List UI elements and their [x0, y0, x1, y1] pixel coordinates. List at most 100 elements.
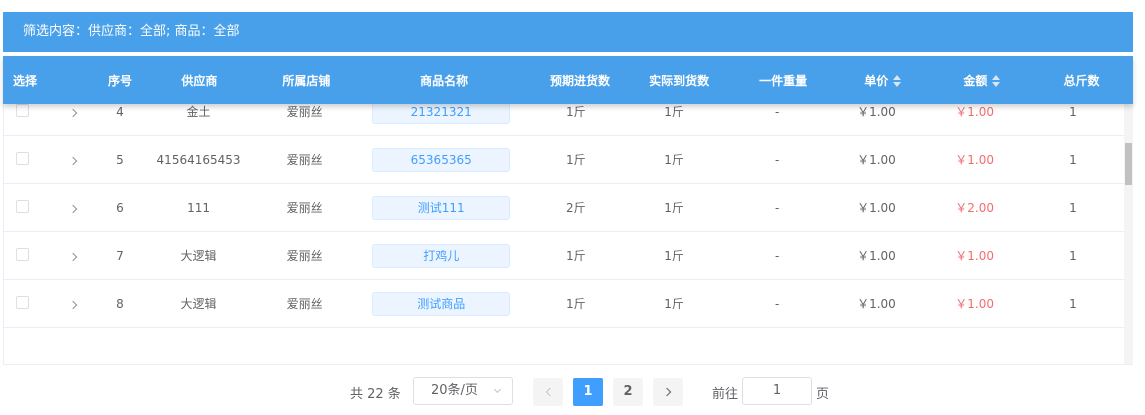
- page-size-value: 20条/页: [431, 383, 478, 398]
- row-checkbox[interactable]: [16, 199, 29, 213]
- pagination-total: 共 22 条: [350, 387, 401, 402]
- page-size-select[interactable]: 20条/页: [413, 377, 513, 405]
- row-select-cell: [4, 104, 43, 120]
- goto-page-input[interactable]: 1: [742, 377, 812, 405]
- row-total-jin: 1: [1069, 296, 1077, 311]
- chevron-right-icon[interactable]: [68, 204, 78, 213]
- product-tag[interactable]: 测试商品: [372, 291, 511, 316]
- col-header-expected-qty: 预期进货数: [549, 73, 610, 88]
- row-supplier: 大逻辑: [180, 297, 217, 311]
- product-tag[interactable]: 打鸡儿: [372, 243, 511, 268]
- product-tag[interactable]: 65365365: [372, 147, 511, 172]
- row-checkbox[interactable]: [16, 104, 29, 117]
- table-body[interactable]: 4 金土 爱丽丝 21321321 1斤 1斤 - ￥1.00 ￥1.00 1 5 415641654…: [3, 104, 1133, 366]
- filter-summary-text: 筛选内容：供应商：全部; 商品：全部: [23, 24, 240, 39]
- col-header-unit-weight: 一件重量: [759, 73, 808, 88]
- row-index: 4: [116, 104, 124, 119]
- row-supplier: 大逻辑: [180, 249, 217, 263]
- row-shop: 爱丽丝: [286, 201, 323, 215]
- pagination: 共 22 条 20条/页 1 2 前往 1 页: [3, 364, 1133, 415]
- row-unit-price: ￥1.00: [857, 153, 896, 167]
- row-checkbox[interactable]: [16, 295, 29, 309]
- row-shop: 爱丽丝: [286, 105, 323, 119]
- col-header-unit-price[interactable]: 单价: [832, 72, 935, 89]
- col-header-unit-price-label: 单价: [864, 73, 889, 88]
- row-expand-cell: [43, 249, 102, 263]
- table-row[interactable]: 4 金土 爱丽丝 21321321 1斤 1斤 - ￥1.00 ￥1.00 1: [4, 104, 1124, 136]
- row-index: 5: [116, 152, 124, 167]
- row-product-cell: 65365365: [350, 147, 533, 172]
- row-unit-price: ￥1.00: [857, 297, 896, 311]
- prev-page-button[interactable]: [533, 378, 563, 406]
- row-total-jin: 1: [1069, 152, 1077, 167]
- row-actual-qty: 1斤: [664, 153, 684, 167]
- row-index: 7: [116, 248, 124, 263]
- row-unit-price: ￥1.00: [857, 249, 896, 263]
- sort-caret-icon[interactable]: [992, 75, 1001, 87]
- row-expand-cell: [43, 153, 102, 167]
- row-product-cell: 测试商品: [350, 291, 533, 316]
- page-button-1[interactable]: 1: [573, 378, 603, 406]
- chevron-right-icon[interactable]: [68, 108, 78, 117]
- col-header-amount[interactable]: 金额: [935, 72, 1030, 89]
- row-product-cell: 21321321: [350, 104, 533, 124]
- page-button-2[interactable]: 2: [613, 378, 643, 406]
- product-tag[interactable]: 21321321: [372, 104, 511, 124]
- table-scrollbar-thumb[interactable]: [1125, 143, 1132, 185]
- row-total-jin: 1: [1069, 248, 1077, 263]
- row-supplier: 金土: [186, 105, 211, 119]
- row-expected-qty: 1斤: [565, 297, 586, 311]
- row-total-jin: 1: [1069, 200, 1077, 215]
- row-product-cell: 测试111: [350, 195, 533, 220]
- row-checkbox[interactable]: [16, 247, 29, 261]
- row-unit-weight: -: [775, 152, 780, 167]
- table-header: 选择 序号 供应商 所属店铺 商品名称 预期进货数 实际到货数 一件重量 单价 …: [3, 56, 1133, 104]
- row-expected-qty: 1斤: [565, 249, 586, 263]
- row-unit-weight: -: [775, 248, 780, 263]
- table-row[interactable]: 8 大逻辑 爱丽丝 测试商品 1斤 1斤 - ￥1.00 ￥1.00 1: [4, 280, 1124, 328]
- row-amount: ￥1.00: [955, 153, 995, 167]
- table-row[interactable]: 6 111 爱丽丝 测试111 2斤 1斤 - ￥1.00 ￥2.00 1: [4, 184, 1124, 232]
- row-supplier: 41564165453: [156, 152, 241, 167]
- chevron-right-icon[interactable]: [68, 156, 78, 165]
- row-shop: 爱丽丝: [286, 249, 323, 263]
- sort-caret-icon[interactable]: [893, 75, 902, 87]
- col-header-supplier: 供应商: [181, 73, 218, 88]
- row-index: 8: [116, 296, 124, 311]
- row-unit-price: ￥1.00: [857, 105, 896, 119]
- chevron-left-icon: [545, 387, 554, 397]
- row-unit-weight: -: [775, 200, 780, 215]
- product-tag[interactable]: 测试111: [372, 195, 511, 220]
- table-row[interactable]: 5 41564165453 爱丽丝 65365365 1斤 1斤 - ￥1.00 ￥1.00 1: [4, 136, 1124, 184]
- row-actual-qty: 1斤: [664, 249, 684, 263]
- row-supplier: 111: [187, 200, 210, 215]
- row-product-cell: 打鸡儿: [350, 243, 533, 268]
- chevron-down-icon: [493, 385, 502, 394]
- chevron-right-icon[interactable]: [68, 252, 78, 261]
- row-amount: ￥1.00: [955, 297, 995, 311]
- filter-summary-bar: 筛选内容：供应商：全部; 商品：全部: [3, 12, 1133, 52]
- col-header-select: 选择: [13, 73, 38, 88]
- col-header-shop: 所属店铺: [282, 73, 331, 88]
- row-amount: ￥1.00: [955, 249, 995, 263]
- col-header-index: 序号: [108, 73, 133, 88]
- row-index: 6: [116, 200, 124, 215]
- row-expand-cell: [43, 105, 102, 119]
- row-unit-weight: -: [775, 296, 780, 311]
- row-expand-cell: [43, 297, 102, 311]
- row-expected-qty: 2斤: [565, 201, 586, 215]
- row-amount: ￥1.00: [955, 105, 995, 119]
- chevron-right-icon[interactable]: [68, 300, 78, 309]
- row-expected-qty: 1斤: [565, 153, 586, 167]
- row-shop: 爱丽丝: [286, 297, 323, 311]
- row-total-jin: 1: [1069, 104, 1077, 119]
- row-actual-qty: 1斤: [664, 297, 684, 311]
- row-checkbox[interactable]: [16, 151, 29, 165]
- row-unit-price: ￥1.00: [857, 201, 896, 215]
- next-page-button[interactable]: [653, 378, 683, 406]
- table-row[interactable]: 7 大逻辑 爱丽丝 打鸡儿 1斤 1斤 - ￥1.00 ￥1.00 1: [4, 232, 1124, 280]
- row-actual-qty: 1斤: [664, 105, 684, 119]
- row-select-cell: [4, 295, 43, 312]
- chevron-right-icon: [662, 387, 671, 397]
- col-header-amount-label: 金额: [963, 73, 988, 88]
